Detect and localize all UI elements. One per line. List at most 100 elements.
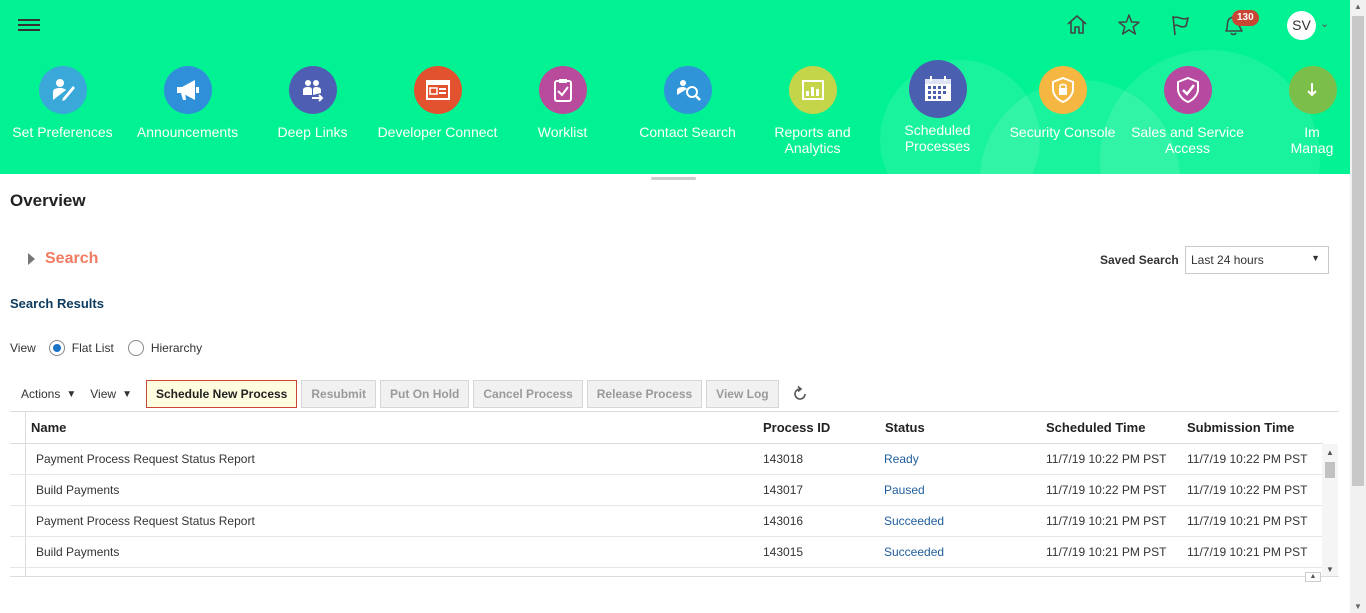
- view-log-button[interactable]: View Log: [706, 380, 779, 408]
- row-selector-gutter: [10, 412, 26, 443]
- actions-menu[interactable]: Actions ▼: [10, 387, 76, 401]
- page-title: Overview: [10, 191, 86, 210]
- column-header-name[interactable]: Name: [31, 412, 66, 443]
- developer-window-icon: [413, 66, 462, 114]
- scroll-down-arrow-icon[interactable]: ▼: [1354, 602, 1362, 611]
- table-vertical-scrollbar[interactable]: ▲ ▼: [1322, 444, 1338, 576]
- flat-list-label[interactable]: Flat List: [72, 341, 114, 355]
- submission-time: 11/7/19 10:21 PM PST: [1187, 514, 1308, 528]
- app-security-console[interactable]: Security Console: [1000, 66, 1125, 140]
- security-shield-icon: [1038, 66, 1087, 114]
- hierarchy-label[interactable]: Hierarchy: [151, 341, 202, 355]
- saved-search-value: Last 24 hours: [1191, 253, 1264, 267]
- notification-count-badge: 130: [1232, 10, 1259, 26]
- watchlist-flag-icon[interactable]: [1168, 12, 1194, 38]
- app-label: Sales and Service Access: [1131, 124, 1244, 156]
- column-header-process-id[interactable]: Process ID: [763, 412, 830, 443]
- page-vertical-scrollbar[interactable]: ▲ ▼: [1350, 0, 1366, 613]
- chevron-down-icon[interactable]: ⌄: [1320, 17, 1329, 30]
- table-row[interactable]: Payment Process Request Status Report 14…: [10, 444, 1323, 475]
- process-id: 143017: [763, 483, 804, 497]
- view-menu-label: View: [90, 387, 117, 401]
- caret-down-icon: ▼: [122, 388, 132, 400]
- row-selector-gutter[interactable]: [10, 475, 26, 505]
- process-name: Build Payments: [36, 545, 120, 559]
- column-header-scheduled-time[interactable]: Scheduled Time: [1046, 412, 1145, 443]
- status-link[interactable]: Succeeded: [884, 506, 944, 537]
- app-import-management[interactable]: Im Manag: [1250, 66, 1350, 156]
- app-sales-service-access[interactable]: Sales and Service Access: [1125, 66, 1250, 156]
- scroll-down-arrow-icon[interactable]: ▼: [1326, 565, 1334, 574]
- hierarchy-radio[interactable]: [127, 340, 144, 356]
- app-announcements[interactable]: Announcements: [125, 66, 250, 140]
- expand-triangle-icon[interactable]: [28, 253, 35, 265]
- caret-down-icon: ▼: [66, 388, 77, 400]
- submission-time: 11/7/19 10:21 PM PST: [1187, 545, 1308, 559]
- app-developer-connect[interactable]: Developer Connect: [375, 66, 500, 140]
- resubmit-button[interactable]: Resubmit: [301, 380, 377, 408]
- process-name: Build Payments: [36, 483, 120, 497]
- view-label: View: [10, 341, 36, 355]
- status-link[interactable]: Ready: [884, 444, 919, 475]
- reports-chart-icon: [788, 66, 837, 114]
- process-id: 143018: [763, 452, 804, 466]
- view-menu[interactable]: View ▼: [90, 387, 132, 401]
- refresh-icon[interactable]: [791, 385, 809, 403]
- access-shield-icon: [1163, 66, 1212, 114]
- cancel-process-button[interactable]: Cancel Process: [473, 380, 583, 408]
- scroll-up-arrow-icon[interactable]: ▲: [1326, 448, 1334, 457]
- saved-search-dropdown[interactable]: Last 24 hours ▼: [1185, 246, 1329, 274]
- app-scheduled-processes[interactable]: Scheduled Processes: [875, 60, 1000, 154]
- column-header-submission-time[interactable]: Submission Time: [1187, 412, 1294, 443]
- flat-list-radio[interactable]: [48, 340, 65, 356]
- app-reports-analytics[interactable]: Reports and Analytics: [750, 66, 875, 156]
- submission-time: 11/7/19 10:22 PM PST: [1187, 483, 1308, 497]
- table-row[interactable]: Build Payments 143015 Succeeded 11/7/19 …: [10, 537, 1323, 568]
- row-selector-gutter[interactable]: [10, 537, 26, 567]
- status-link[interactable]: Paused: [884, 475, 925, 506]
- springboard-header: 130 SV ⌄ Set Preferences Announcements D…: [0, 0, 1350, 174]
- status-link[interactable]: Succeeded: [884, 537, 944, 568]
- scrollbar-thumb[interactable]: [1325, 462, 1335, 478]
- megaphone-icon: [163, 66, 212, 114]
- navigator-menu-icon[interactable]: [18, 16, 40, 34]
- scroll-top-icon[interactable]: ▲: [1305, 572, 1321, 582]
- process-results-table: Name Process ID Status Scheduled Time Su…: [10, 411, 1339, 577]
- app-set-preferences[interactable]: Set Preferences: [0, 66, 125, 140]
- column-header-status[interactable]: Status: [885, 412, 925, 443]
- calendar-icon: [908, 60, 967, 118]
- put-on-hold-button[interactable]: Put On Hold: [380, 380, 470, 408]
- home-icon[interactable]: [1064, 12, 1090, 38]
- favorites-star-icon[interactable]: [1116, 12, 1142, 38]
- app-label: Scheduled Processes: [904, 122, 971, 154]
- app-deep-links[interactable]: Deep Links: [250, 66, 375, 140]
- release-process-button[interactable]: Release Process: [586, 380, 703, 408]
- search-disclosure[interactable]: Search: [28, 250, 98, 268]
- user-avatar[interactable]: SV: [1287, 11, 1316, 40]
- process-id: 143016: [763, 514, 804, 528]
- schedule-new-process-button[interactable]: Schedule New Process: [145, 380, 298, 408]
- submission-time: 11/7/19 10:22 PM PST: [1187, 452, 1308, 466]
- scheduled-time: 11/7/19 10:21 PM PST: [1046, 514, 1167, 528]
- app-worklist[interactable]: Worklist: [500, 66, 625, 140]
- scrollbar-thumb[interactable]: [1352, 16, 1364, 486]
- row-selector-gutter[interactable]: [10, 506, 26, 536]
- app-label: Contact Search: [639, 124, 736, 140]
- row-selector-gutter[interactable]: [10, 568, 26, 576]
- springboard-resize-handle[interactable]: [651, 177, 696, 180]
- saved-search-label: Saved Search: [1100, 253, 1179, 267]
- table-row[interactable]: Payment Process Request Status Report 14…: [10, 506, 1323, 537]
- table-row[interactable]: [10, 568, 1323, 576]
- app-label: Security Console: [1009, 124, 1116, 140]
- table-row[interactable]: Build Payments 143017 Paused 11/7/19 10:…: [10, 475, 1323, 506]
- dropdown-arrow-icon[interactable]: ▼: [1311, 253, 1320, 263]
- app-contact-search[interactable]: Contact Search: [625, 66, 750, 140]
- row-selector-gutter[interactable]: [10, 444, 26, 474]
- scroll-up-arrow-icon[interactable]: ▲: [1354, 2, 1362, 11]
- scheduled-time: 11/7/19 10:22 PM PST: [1046, 483, 1167, 497]
- app-label: Developer Connect: [377, 124, 498, 140]
- search-section-label[interactable]: Search: [45, 250, 98, 268]
- app-label: Worklist: [537, 124, 588, 140]
- import-icon: [1288, 66, 1337, 114]
- process-name: Payment Process Request Status Report: [36, 452, 255, 466]
